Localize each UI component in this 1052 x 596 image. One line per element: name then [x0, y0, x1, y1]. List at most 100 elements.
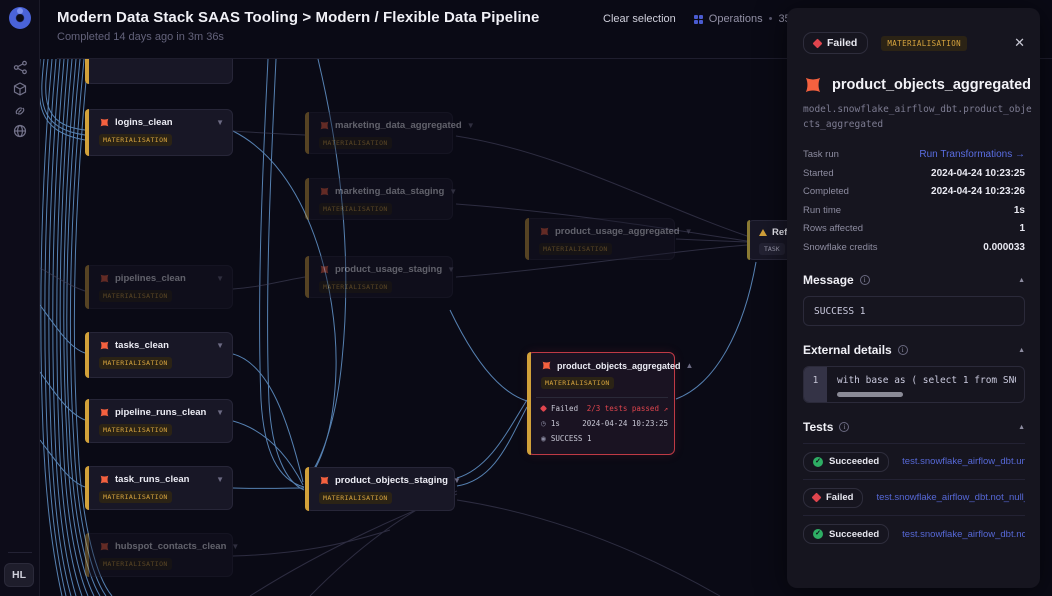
node-message: SUCCESS 1 [551, 434, 592, 443]
dag-node-pipelines-clean[interactable]: pipelines_clean ▼ MATERIALISATION [85, 265, 233, 309]
collapse-caret-icon[interactable]: ▲ [1018, 277, 1025, 284]
failed-diamond-icon [540, 405, 547, 412]
test-status-pill: ✓ Succeeded [803, 524, 889, 544]
node-label: logins_clean [115, 117, 173, 128]
materialisation-badge: MATERIALISATION [99, 134, 172, 146]
node-timestamp: 2024-04-24 10:23:25 [582, 419, 668, 428]
dag-node-pipeline-runs-clean[interactable]: pipeline_runs_clean ▼ MATERIALISATION [85, 399, 233, 443]
sidebar-divider [8, 552, 32, 553]
materialisation-badge: MATERIALISATION [881, 36, 967, 51]
chevron-down-icon[interactable]: ▼ [216, 274, 224, 283]
info-icon: i [860, 275, 870, 285]
test-row: ✓ Succeeded test.snowflake_airflow_dbt.n… [803, 516, 1025, 552]
dag-node-product-objects-staging[interactable]: product_objects_staging ▼ MATERIALISATIO… [305, 467, 455, 511]
materialisation-badge: MATERIALISATION [99, 424, 172, 436]
globe-icon[interactable] [0, 120, 40, 142]
task-badge: TASK [759, 243, 785, 255]
dag-node-marketing-data-staging[interactable]: marketing_data_staging ▼ MATERIALISATION [305, 178, 453, 220]
materialisation-badge: MATERIALISATION [319, 137, 392, 149]
sidebar: HL [0, 0, 40, 596]
node-label: marketing_data_aggregated [335, 120, 462, 131]
node-label: product_objects_aggregated [557, 361, 681, 371]
test-link[interactable]: test.snowflake_airflow_dbt.not_null_pr [876, 492, 1025, 503]
app-logo-icon[interactable] [9, 7, 31, 29]
task-run-link[interactable]: Run Transformations → [919, 149, 1025, 160]
detail-panel: Failed MATERIALISATION ✕ product_objects… [787, 8, 1040, 588]
line-number: 1 [804, 367, 827, 402]
dbt-icon [803, 75, 823, 95]
close-icon[interactable]: ✕ [1014, 35, 1025, 51]
dbt-icon [99, 117, 110, 128]
failed-diamond-icon [812, 493, 822, 503]
chevron-down-icon[interactable]: ▼ [216, 118, 224, 127]
app-window: HL Modern Data Stack SAAS Tooling > Mode… [0, 0, 1052, 596]
dag-node-marketing-data-aggregated[interactable]: marketing_data_aggregated ▼ MATERIALISAT… [305, 112, 453, 154]
link-icon[interactable] [0, 100, 40, 122]
test-link[interactable]: test.snowflake_airflow_dbt.not_null_pr [902, 529, 1025, 540]
materialisation-badge: MATERIALISATION [539, 243, 612, 255]
chevron-down-icon[interactable]: ▼ [447, 265, 455, 274]
tests-summary-link[interactable]: 2/3 tests passed ↗ [587, 404, 668, 413]
chevron-down-icon[interactable]: ▼ [467, 121, 475, 130]
status-dot-icon: ◉ [541, 435, 546, 443]
node-status: Failed [551, 404, 578, 413]
collapse-caret-icon[interactable]: ▲ [1018, 424, 1025, 431]
failed-diamond-icon [813, 38, 823, 48]
test-row: ✓ Succeeded test.snowflake_airflow_dbt.u… [803, 444, 1025, 480]
test-status-pill: Failed [803, 488, 863, 508]
dag-node-product-usage-aggregated[interactable]: product_usage_aggregated ▼ MATERIALISATI… [525, 218, 675, 260]
test-link[interactable]: test.snowflake_airflow_dbt.unique_pro [902, 456, 1025, 467]
node-label: product_objects_staging [335, 475, 448, 486]
chevron-down-icon[interactable]: ▼ [231, 542, 239, 551]
dag-node-logins-clean[interactable]: logins_clean ▼ MATERIALISATION [85, 109, 233, 156]
dag-node-product-objects-aggregated-selected[interactable]: product_objects_aggregated ▲ MATERIALISA… [527, 352, 675, 455]
dbt-icon [99, 273, 110, 284]
materialisation-badge: MATERIALISATION [319, 492, 392, 504]
chevron-down-icon[interactable]: ▼ [216, 408, 224, 417]
horizontal-scrollbar-thumb[interactable] [837, 392, 903, 397]
run-status-subtitle: Completed 14 days ago in 3m 36s [57, 31, 224, 43]
message-section-header: Message i ▲ [803, 273, 1025, 287]
cube-icon[interactable] [0, 78, 40, 100]
operations-grid-icon [694, 15, 703, 24]
dbt-icon [319, 120, 330, 131]
detail-row: Started2024-04-24 10:23:25 [803, 164, 1025, 183]
clear-selection-button[interactable]: Clear selection [603, 13, 676, 25]
operations-filter[interactable]: Operations • 35 [694, 13, 791, 25]
dbt-icon [319, 264, 330, 275]
external-code-box: 1 with base as ( select 1 from SNOWFLAKE [803, 366, 1025, 403]
collapse-caret-icon[interactable]: ▲ [1018, 347, 1025, 354]
dag-node-task-runs-clean[interactable]: task_runs_clean ▼ MATERIALISATION [85, 466, 233, 510]
dbt-icon [539, 226, 550, 237]
info-icon: i [839, 422, 849, 432]
node-label: tasks_clean [115, 340, 169, 351]
test-status-pill: ✓ Succeeded [803, 452, 889, 472]
external-details-section-header: External details i ▲ [803, 343, 1025, 357]
node-runtime: 1s [551, 419, 560, 428]
chevron-up-icon[interactable]: ▲ [686, 361, 694, 370]
node-label: pipeline_runs_clean [115, 407, 206, 418]
model-path: model.snowflake_airflow_dbt.product_obje… [803, 103, 1033, 132]
materialisation-badge: MATERIALISATION [541, 377, 614, 389]
user-avatar[interactable]: HL [4, 563, 34, 587]
dbt-icon [319, 186, 330, 197]
materialisation-badge: MATERIALISATION [99, 290, 172, 302]
node-label: product_usage_staging [335, 264, 442, 275]
graph-icon[interactable] [0, 56, 40, 78]
succeeded-check-icon: ✓ [813, 457, 823, 467]
dag-node-tasks-clean[interactable]: tasks_clean ▼ MATERIALISATION [85, 332, 233, 378]
chevron-down-icon[interactable]: ▼ [685, 227, 693, 236]
detail-row: Rows affected1 [803, 219, 1025, 238]
succeeded-check-icon: ✓ [813, 529, 823, 539]
chevron-down-icon[interactable]: ▼ [449, 187, 457, 196]
status-pill: Failed [803, 32, 868, 54]
dbt-icon [99, 407, 110, 418]
sql-code: with base as ( select 1 from SNOWFLAKE [837, 375, 1016, 386]
dag-node-hubspot-contacts-clean[interactable]: hubspot_contacts_clean ▼ MATERIALISATION [85, 533, 233, 577]
dag-node-product-usage-staging[interactable]: product_usage_staging ▼ MATERIALISATION [305, 256, 453, 298]
run-details: Task runRun Transformations → Started202… [803, 145, 1025, 256]
dbt-icon [99, 340, 110, 351]
chevron-down-icon[interactable]: ▼ [216, 341, 224, 350]
chevron-down-icon[interactable]: ▼ [216, 475, 224, 484]
chevron-down-icon[interactable]: ▼ [453, 476, 461, 485]
